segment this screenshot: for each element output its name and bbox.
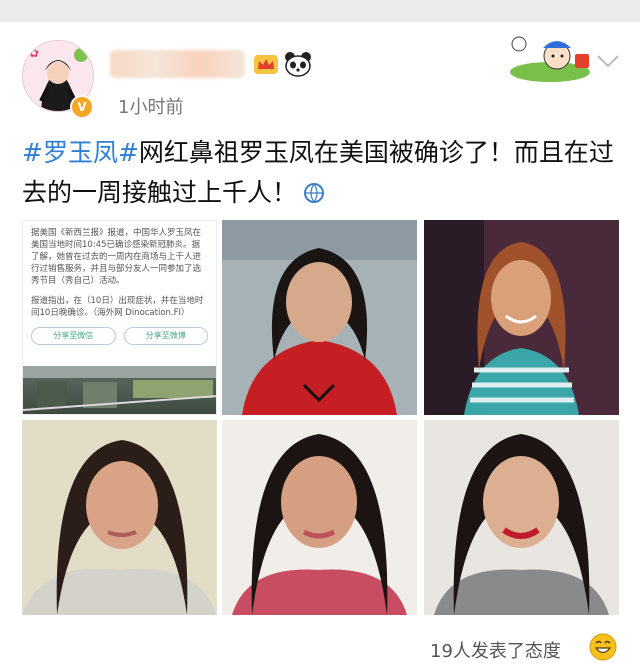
chevron-down-icon[interactable] (596, 54, 620, 68)
top-strip (0, 0, 640, 22)
image-photo-4[interactable] (22, 420, 217, 615)
smile-icon[interactable] (588, 632, 618, 662)
post-timestamp: 1小时前 (118, 97, 184, 118)
share-wechat-button: 分享至微信 (31, 327, 116, 345)
image-photo-5[interactable] (222, 420, 417, 615)
panda-icon[interactable] (284, 51, 312, 77)
reaction-count[interactable]: 19人发表了态度 (430, 637, 561, 663)
crown-icon[interactable] (253, 52, 279, 76)
username-blurred[interactable] (110, 50, 245, 78)
verified-badge-icon: V (70, 95, 94, 119)
image-news-screenshot[interactable]: 据美国《新西兰报》报道，中国华人罗玉凤在美国当地时间10:45已确诊感染新冠肺炎… (22, 220, 217, 415)
sticker-icon (510, 36, 590, 82)
news-paragraph-2: 报道指出，在（10日）出现症状，并在当地时间10日晚确诊。（海外网 Dinoca… (31, 296, 204, 318)
aerial-photo (23, 366, 216, 414)
image-photo-3[interactable] (424, 220, 619, 415)
image-photo-6[interactable] (424, 420, 619, 615)
globe-icon (304, 183, 325, 203)
news-paragraph-1: 据美国《新西兰报》报道，中国华人罗玉凤在美国当地时间10:45已确诊感染新冠肺炎… (31, 228, 202, 286)
image-photo-2[interactable] (222, 220, 417, 415)
post-body: #罗玉凤#网红鼻祖罗玉凤在美国被确诊了！而且在过去的一周接触过上千人！ (22, 133, 622, 213)
share-weibo-button: 分享至微博 (123, 327, 208, 345)
hashtag-link[interactable]: #罗玉凤# (22, 138, 139, 167)
